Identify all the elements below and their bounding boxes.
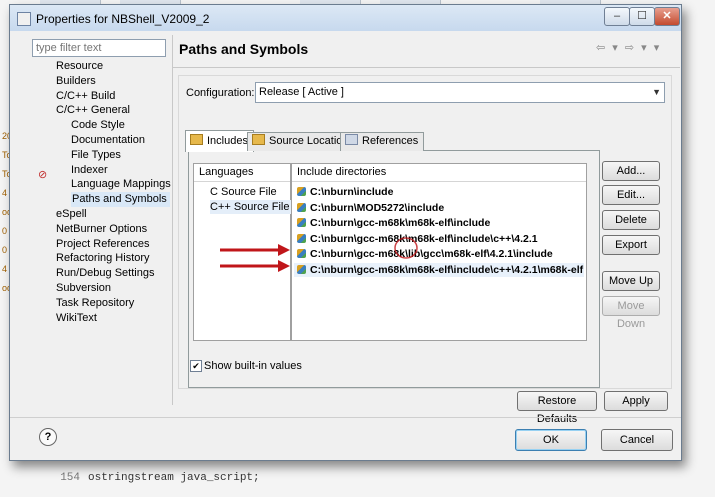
tab-label: Includes bbox=[207, 135, 248, 147]
move-up-button[interactable]: Move Up bbox=[602, 271, 660, 291]
tree-item-builders[interactable]: Builders bbox=[56, 74, 96, 89]
folder-icon bbox=[190, 134, 203, 145]
tree-item-run-debug-settings[interactable]: Run/Debug Settings bbox=[56, 266, 154, 281]
tree-item-documentation[interactable]: Documentation bbox=[71, 133, 145, 148]
filter-input[interactable] bbox=[32, 39, 166, 57]
espell-icon: ⊘ bbox=[38, 169, 48, 181]
header-separator bbox=[172, 67, 680, 68]
edit-button[interactable]: Edit... bbox=[602, 185, 660, 205]
tree-item-subversion[interactable]: Subversion bbox=[56, 281, 111, 296]
languages-header: Languages bbox=[194, 164, 290, 182]
export-button[interactable]: Export bbox=[602, 235, 660, 255]
folder-icon bbox=[252, 134, 265, 145]
restore-defaults-button[interactable]: Restore Defaults bbox=[517, 391, 597, 425]
tree-item-wikitext[interactable]: WikiText bbox=[56, 311, 97, 326]
bottom-separator bbox=[10, 417, 681, 418]
move-down-button[interactable]: Move Down bbox=[602, 296, 660, 330]
language-item[interactable]: C++ Source File bbox=[210, 200, 293, 214]
include-directory-path: C:\nburn\gcc-m68k\m68k-elf\include\c++\4… bbox=[310, 264, 584, 276]
cancel-button[interactable]: Cancel bbox=[601, 429, 673, 451]
include-directory-path: C:\nburn\MOD5272\include bbox=[310, 201, 445, 214]
title-bar: Properties for NBShell_V2009_2 – ☐ ✕ bbox=[10, 5, 681, 31]
nav-arrows-icon[interactable]: ⇦ ▾ ⇨ ▾ ▾ bbox=[596, 41, 661, 54]
tree-item-task-repository[interactable]: Task Repository bbox=[56, 296, 134, 311]
sash-divider[interactable] bbox=[172, 35, 173, 405]
delete-button[interactable]: Delete bbox=[602, 210, 660, 230]
references-icon bbox=[345, 134, 358, 145]
ok-button[interactable]: OK bbox=[515, 429, 587, 451]
include-directory-row[interactable]: C:\nburn\include bbox=[294, 185, 584, 199]
tree-item-project-references[interactable]: Project References bbox=[56, 237, 150, 252]
maximize-button[interactable]: ☐ bbox=[629, 7, 655, 26]
include-folder-icon bbox=[297, 187, 306, 196]
tree-item-file-types[interactable]: File Types bbox=[71, 148, 121, 163]
configuration-select[interactable]: Release [ Active ] ▼ bbox=[255, 82, 665, 103]
help-icon[interactable]: ? bbox=[39, 428, 57, 446]
tab-source-location[interactable]: Source Location bbox=[247, 132, 355, 151]
tab-references[interactable]: References bbox=[340, 132, 425, 151]
tree-item-resource[interactable]: Resource bbox=[56, 59, 103, 74]
include-folder-icon bbox=[297, 202, 306, 212]
include-folder-icon bbox=[297, 233, 306, 243]
chevron-down-icon: ▼ bbox=[652, 87, 661, 97]
tab-label: References bbox=[362, 135, 419, 147]
include-directory-path: C:\nburn\include bbox=[310, 186, 394, 198]
include-folder-icon bbox=[297, 265, 306, 274]
properties-dialog: Properties for NBShell_V2009_2 – ☐ ✕ Res… bbox=[9, 4, 682, 461]
tree-item-language-mappings[interactable]: Language Mappings bbox=[71, 177, 171, 192]
include-folder-icon bbox=[297, 218, 306, 228]
include-directory-path: C:\nburn\gcc-m68k\lib\gcc\m68k-elf\4.2.1… bbox=[310, 248, 553, 261]
bg-line-number: 154 bbox=[60, 472, 80, 484]
tree-item-code-style[interactable]: Code Style bbox=[71, 118, 125, 133]
show-builtin-checkbox[interactable]: ✔ bbox=[190, 360, 202, 372]
include-directory-row[interactable]: C:\nburn\MOD5272\include bbox=[294, 201, 584, 215]
directories-header: Include directories bbox=[292, 164, 586, 182]
include-directory-path: C:\nburn\gcc-m68k\m68k-elf\include\c++\4… bbox=[310, 232, 538, 245]
tree-item-c-c-general[interactable]: C/C++ General bbox=[56, 103, 130, 118]
tree-item-c-c-build[interactable]: C/C++ Build bbox=[56, 89, 115, 104]
page-title: Paths and Symbols bbox=[179, 41, 309, 57]
include-folder-icon bbox=[297, 249, 306, 259]
tree-item-refactoring-history[interactable]: Refactoring History bbox=[56, 251, 150, 266]
tree-item-indexer[interactable]: Indexer bbox=[71, 163, 108, 178]
include-directories-list: Include directories C:\nburn\include C:\n… bbox=[291, 163, 587, 341]
show-builtin-label: Show built-in values bbox=[204, 360, 302, 372]
language-item[interactable]: C Source File bbox=[210, 185, 280, 199]
tree-item-paths-and-symbols[interactable]: Paths and Symbols bbox=[71, 192, 170, 208]
configuration-value: Release [ Active ] bbox=[259, 86, 344, 98]
add-button[interactable]: Add... bbox=[602, 161, 660, 181]
close-button[interactable]: ✕ bbox=[654, 7, 680, 26]
bg-code-line: ostringstream java_script; bbox=[88, 472, 260, 484]
window-title: Properties for NBShell_V2009_2 bbox=[36, 12, 210, 26]
tree-item-espell[interactable]: eSpell bbox=[56, 207, 87, 222]
languages-list: Languages C Source File C++ Source File bbox=[193, 163, 293, 341]
tree-item-netburner-options[interactable]: NetBurner Options bbox=[56, 222, 147, 237]
window-icon bbox=[17, 12, 31, 26]
include-directory-row[interactable]: C:\nburn\gcc-m68k\lib\gcc\m68k-elf\4.2.1… bbox=[294, 247, 584, 261]
minimize-button[interactable]: – bbox=[604, 7, 630, 26]
configuration-label: Configuration: bbox=[186, 87, 255, 99]
include-directory-row[interactable]: C:\nburn\gcc-m68k\m68k-elf\include\c++\4… bbox=[294, 232, 584, 246]
tab-includes[interactable]: Includes bbox=[185, 130, 254, 152]
include-directory-path: C:\nburn\gcc-m68k\m68k-elf\include bbox=[310, 217, 491, 230]
include-directory-row[interactable]: C:\nburn\gcc-m68k\m68k-elf\include bbox=[294, 216, 584, 230]
bg-code-editor: 154 ostringstream java_script; bbox=[40, 462, 540, 497]
tab-label: Source Location bbox=[269, 135, 349, 147]
apply-button[interactable]: Apply bbox=[604, 391, 668, 411]
include-directory-row[interactable]: C:\nburn\gcc-m68k\m68k-elf\include\c++\4… bbox=[294, 263, 584, 277]
